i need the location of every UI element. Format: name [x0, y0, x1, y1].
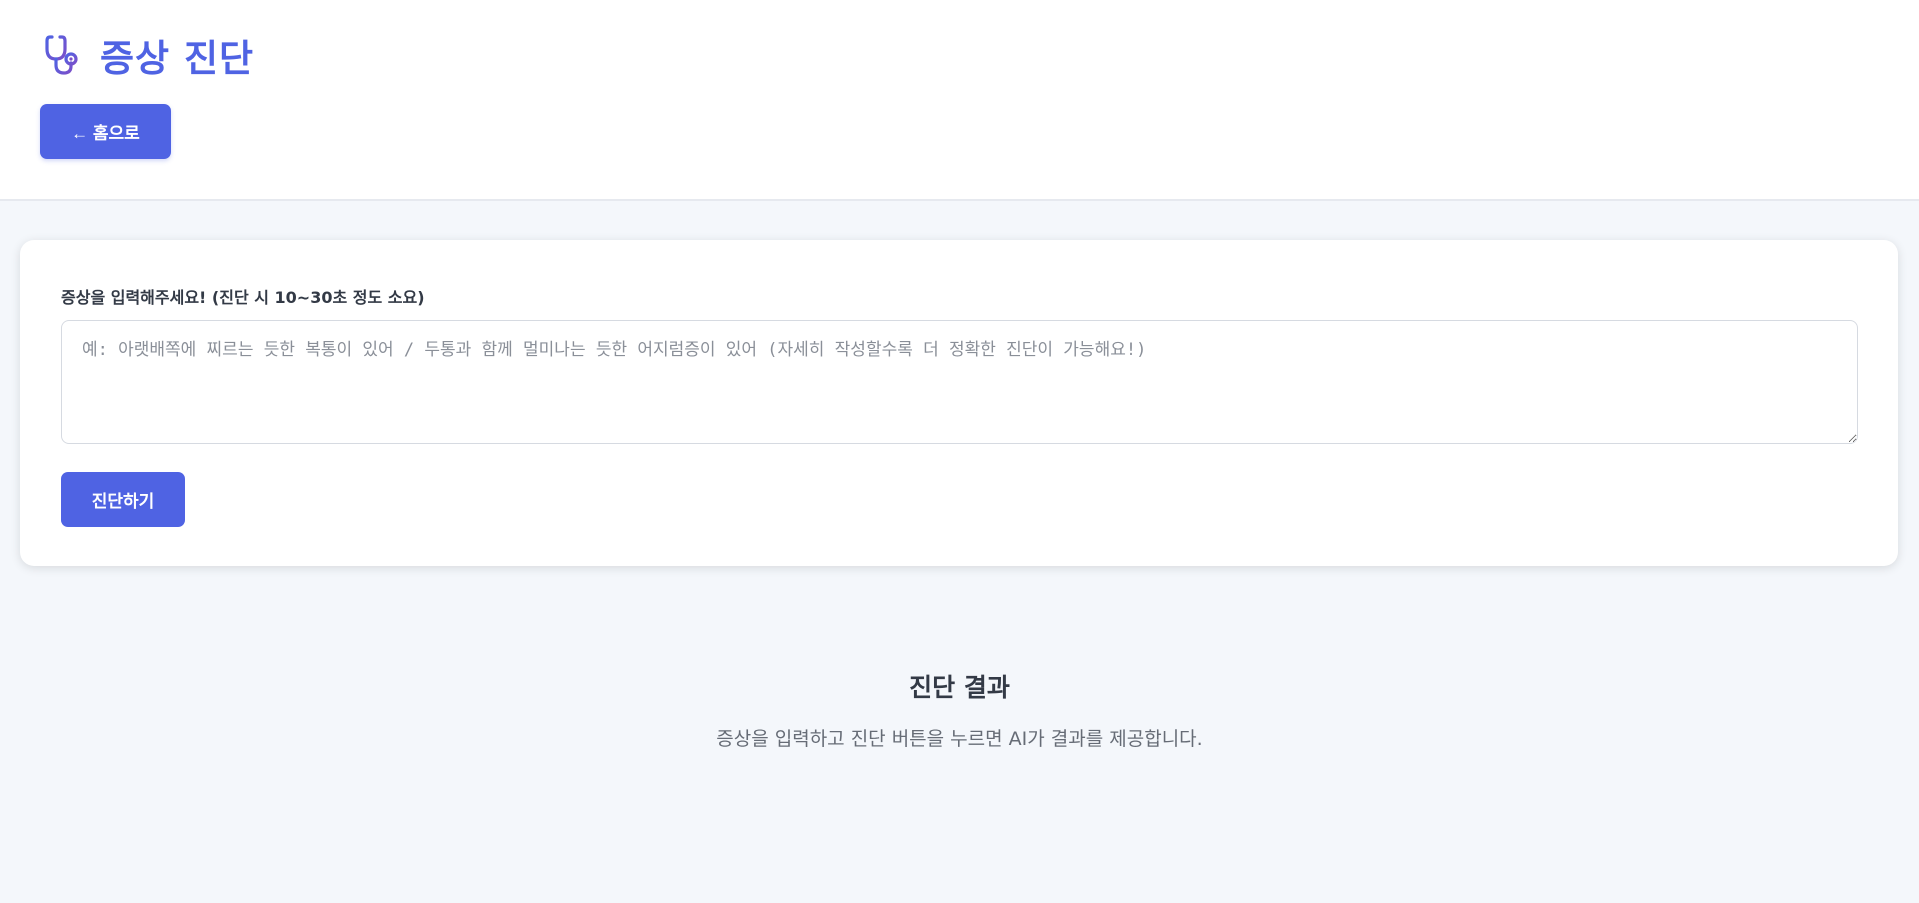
- result-title: 진단 결과: [909, 673, 1010, 702]
- page-header: 증상 진단 ← 홈으로: [0, 0, 1919, 201]
- symptom-input[interactable]: [61, 320, 1858, 444]
- symptom-form-card: 증상을 입력해주세요! (진단 시 10~30초 정도 소요) 진단하기: [20, 240, 1898, 566]
- home-button[interactable]: ← 홈으로: [40, 104, 171, 159]
- title-row: 증상 진단: [44, 30, 254, 80]
- symptom-input-label: 증상을 입력해주세요! (진단 시 10~30초 정도 소요): [61, 288, 425, 307]
- page-title: 증상 진단: [100, 37, 255, 80]
- result-section: 진단 결과 증상을 입력하고 진단 버튼을 누르면 AI가 결과를 제공합니다.: [0, 668, 1919, 751]
- diagnose-button[interactable]: 진단하기: [61, 472, 185, 527]
- stethoscope-icon: [45, 35, 78, 75]
- result-description: 증상을 입력하고 진단 버튼을 누르면 AI가 결과를 제공합니다.: [716, 728, 1203, 750]
